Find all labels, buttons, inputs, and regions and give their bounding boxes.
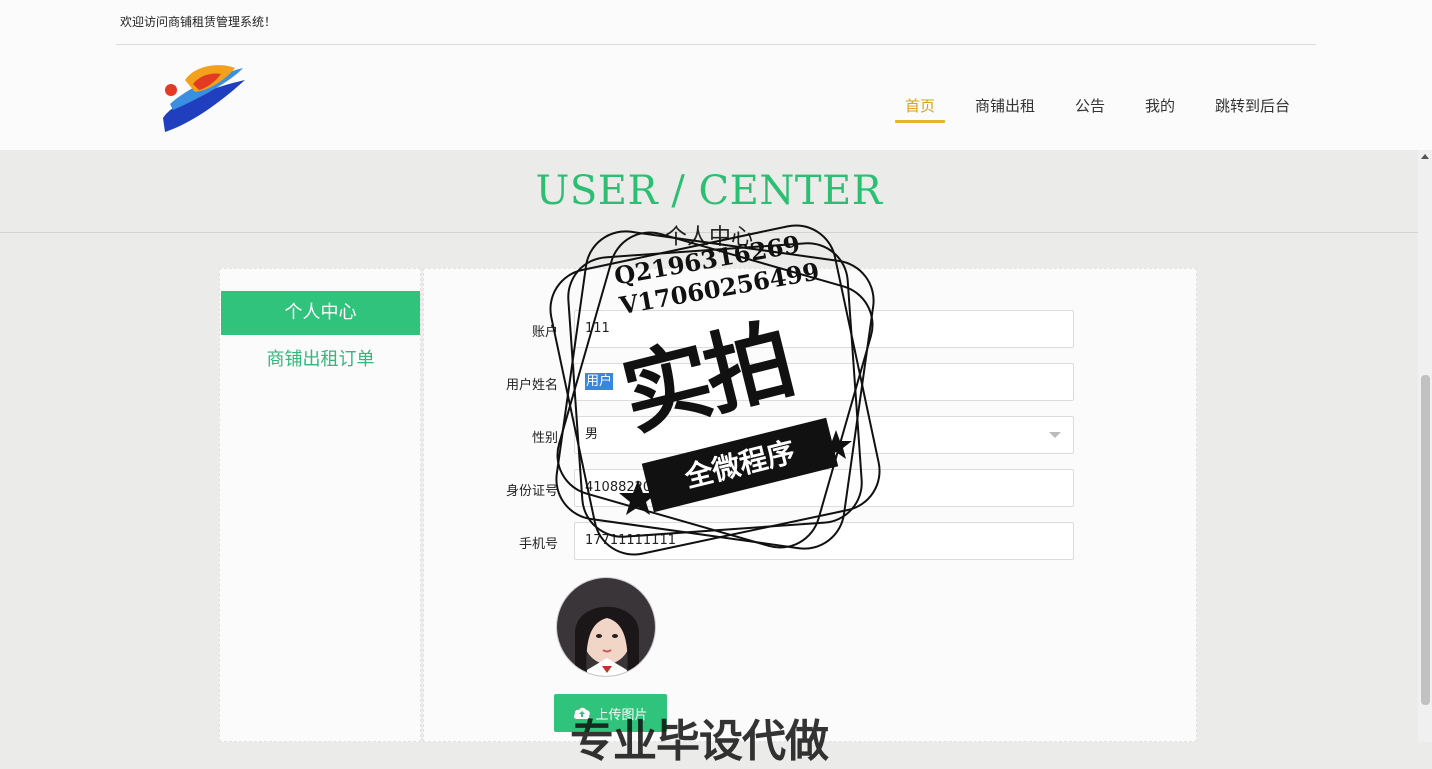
account-field[interactable]: 111 bbox=[574, 310, 1074, 348]
avatar bbox=[556, 577, 656, 677]
page-title: USER / CENTER bbox=[535, 168, 883, 214]
gender-label: 性别 bbox=[531, 431, 558, 446]
username-label: 用户姓名 bbox=[505, 378, 558, 393]
nav-home[interactable]: 首页 bbox=[905, 95, 935, 116]
welcome-text: 欢迎访问商铺租赁管理系统！ bbox=[120, 15, 277, 29]
upload-image-button[interactable]: 上传图片 bbox=[554, 694, 667, 732]
nav-admin[interactable]: 跳转到后台 bbox=[1215, 95, 1290, 116]
username-field[interactable]: 用户 bbox=[574, 363, 1074, 401]
gender-select[interactable]: 男 bbox=[574, 416, 1074, 454]
avatar-image bbox=[557, 578, 655, 676]
scrollbar-thumb[interactable] bbox=[1421, 375, 1430, 705]
scroll-up-arrow-icon[interactable] bbox=[1421, 154, 1429, 159]
idcard-value: 41088220011 bbox=[585, 480, 676, 495]
main-nav: 首页 商铺出租 公告 我的 跳转到后台 bbox=[0, 95, 1432, 125]
idcard-label: 身份证号 bbox=[505, 484, 558, 499]
phone-value: 17711111111 bbox=[585, 533, 676, 548]
top-header: 欢迎访问商铺租赁管理系统！ 首页 商铺出租 公告 我的 跳转到后台 bbox=[0, 0, 1432, 150]
phone-label: 手机号 bbox=[518, 537, 558, 552]
cloud-upload-icon bbox=[574, 707, 591, 719]
nav-mine[interactable]: 我的 bbox=[1145, 95, 1175, 116]
sidebar-item-profile[interactable]: 个人中心 bbox=[221, 291, 420, 335]
phone-field[interactable]: 17711111111 bbox=[574, 522, 1074, 560]
nav-notice[interactable]: 公告 bbox=[1075, 95, 1105, 116]
upload-label: 上传图片 bbox=[595, 707, 648, 723]
username-value: 用户 bbox=[585, 373, 614, 390]
header-divider bbox=[116, 44, 1316, 45]
user-sidebar: 个人中心 商铺出租订单 bbox=[219, 268, 421, 742]
page-scrollbar[interactable] bbox=[1418, 150, 1432, 742]
nav-active-underline bbox=[895, 120, 945, 123]
page-subtitle: 个人中心 bbox=[664, 225, 753, 250]
gender-value: 男 bbox=[585, 427, 599, 442]
account-value: 111 bbox=[585, 321, 610, 336]
account-label: 账户 bbox=[531, 325, 558, 340]
nav-shop-rental[interactable]: 商铺出租 bbox=[975, 95, 1035, 116]
sidebar-item-orders[interactable]: 商铺出租订单 bbox=[221, 345, 420, 371]
chevron-down-icon bbox=[1049, 432, 1061, 438]
idcard-field[interactable]: 41088220011 bbox=[574, 469, 1074, 507]
